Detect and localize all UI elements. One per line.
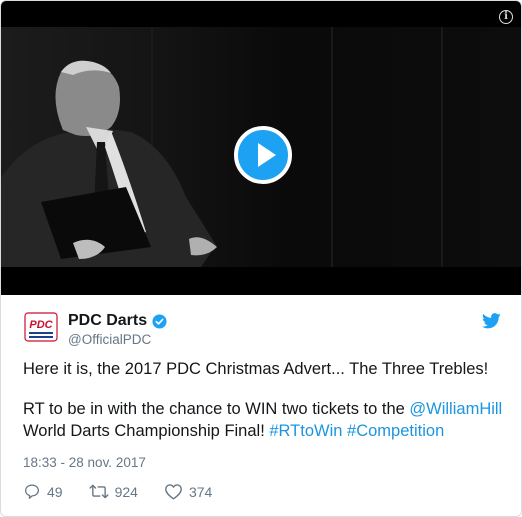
- timestamp[interactable]: 18:33 - 28 nov. 2017: [23, 455, 146, 470]
- reply-icon: [24, 484, 40, 499]
- svg-text:PDC: PDC: [29, 319, 53, 331]
- retweet-button[interactable]: 924: [89, 483, 138, 500]
- author-display-name: PDC Darts: [68, 312, 148, 329]
- hashtag-link[interactable]: #Competition: [347, 422, 444, 440]
- pdc-logo-icon: PDC: [24, 312, 58, 342]
- twitter-bird-icon[interactable]: [482, 313, 501, 334]
- author-name[interactable]: PDC Darts: [68, 312, 167, 330]
- curtain-stripe: [331, 27, 333, 267]
- reply-count: 49: [47, 483, 63, 500]
- like-button[interactable]: 374: [164, 483, 212, 500]
- hashtag-link[interactable]: #RTtoWin: [269, 422, 342, 440]
- tweet-text-part: World Darts Championship Final!: [23, 422, 270, 440]
- verified-badge-icon: [152, 313, 167, 329]
- author-block: PDC Darts @OfficialPDC: [68, 312, 167, 347]
- like-count: 374: [188, 483, 213, 500]
- tweet-text-part: RT to be in with the chance to WIN two t…: [23, 400, 410, 418]
- tweet-actions: 49 924 374: [23, 483, 212, 500]
- heart-icon: [165, 484, 182, 500]
- info-icon[interactable]: i: [499, 10, 513, 24]
- curtain-stripe: [441, 27, 443, 267]
- author-handle[interactable]: @OfficialPDC: [68, 332, 167, 347]
- tweet-card: i PDC PDC Darts @OfficialPDC Here it is,…: [0, 0, 522, 517]
- play-icon[interactable]: [234, 126, 292, 184]
- video-player[interactable]: i: [1, 1, 521, 295]
- avatar[interactable]: PDC: [23, 309, 59, 345]
- retweet-icon: [89, 484, 109, 499]
- tweet-line-2: RT to be in with the chance to WIN two t…: [23, 398, 503, 442]
- retweet-count: 924: [114, 483, 138, 500]
- presenter-figure: [1, 60, 217, 267]
- tweet-line-1: Here it is, the 2017 PDC Christmas Adver…: [23, 360, 489, 378]
- tweet-text: Here it is, the 2017 PDC Christmas Adver…: [23, 358, 503, 460]
- reply-button[interactable]: 49: [23, 483, 63, 500]
- mention-link[interactable]: @WilliamHill: [409, 400, 502, 418]
